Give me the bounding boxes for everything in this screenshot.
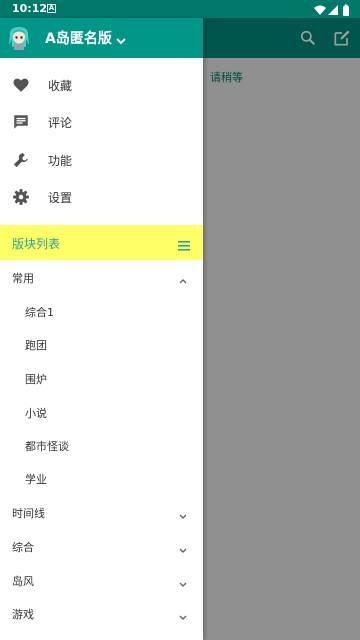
board-label: 围炉 [25,373,47,386]
board-item[interactable]: 小说 [0,395,203,428]
battery-icon [343,4,349,16]
menu-label: 设置 [48,191,73,205]
board-label: 综合1 [25,306,54,319]
board-item[interactable]: 围炉 [0,361,203,394]
hamburger-menu-icon[interactable] [177,237,191,251]
board-item[interactable]: 综合1 [0,294,203,327]
category-label: 岛风 [12,575,34,588]
menu-item-favorites[interactable]: 收藏 [0,67,203,103]
category-timeline[interactable]: 时间线 [0,495,203,529]
status-icons [312,2,352,16]
menu-label: 收藏 [48,79,73,93]
category-games[interactable]: 游戏 [0,596,203,630]
board-list-title: 版块列表 [12,237,61,251]
board-label: 跑团 [25,339,47,352]
menu-label: 评论 [48,116,73,130]
notification-icon: A [47,4,56,13]
wrench-icon [12,151,30,169]
chevron-down-icon [177,507,189,519]
status-bar: 10:12 A [0,0,360,18]
category-label: 游戏 [12,608,34,621]
board-label: 都市怪谈 [25,440,69,453]
board-label: 学业 [25,473,47,486]
heart-icon [12,76,30,94]
board-list-header: 版块列表 [0,225,203,260]
menu-item-comments[interactable]: 评论 [0,104,203,140]
category-label: 时间线 [12,507,45,520]
menu-item-features[interactable]: 功能 [0,142,203,178]
chevron-down-icon [177,608,189,620]
category-common[interactable]: 常用 [0,260,203,294]
category-island-style[interactable]: 岛风 [0,563,203,597]
category-general[interactable]: 综合 [0,529,203,563]
status-time: 10:12 [12,2,48,15]
category-label: 常用 [12,272,34,285]
comment-icon [12,113,30,131]
wifi-icon [314,5,326,15]
drawer-header[interactable]: A岛匿名版 [0,18,203,58]
gear-icon [12,188,30,206]
signal-icon [328,5,338,15]
menu-label: 功能 [48,154,73,168]
chevron-down-icon [177,541,189,553]
board-item[interactable]: 跑团 [0,327,203,360]
menu-item-settings[interactable]: 设置 [0,179,203,215]
board-item[interactable]: 都市怪谈 [0,428,203,461]
chevron-down-icon [177,575,189,587]
board-label: 小说 [25,407,47,420]
chevron-up-icon [177,272,189,284]
app-title: A岛匿名版 [45,31,112,47]
navigation-drawer: A岛匿名版 收藏 评论 功能 设置 版块列表 常用 综合1 跑团 围炉 小说 都… [0,18,203,640]
category-label: 综合 [12,541,34,554]
app-logo-icon [7,25,31,51]
chevron-down-icon[interactable] [115,32,127,45]
board-item[interactable]: 学业 [0,461,203,494]
